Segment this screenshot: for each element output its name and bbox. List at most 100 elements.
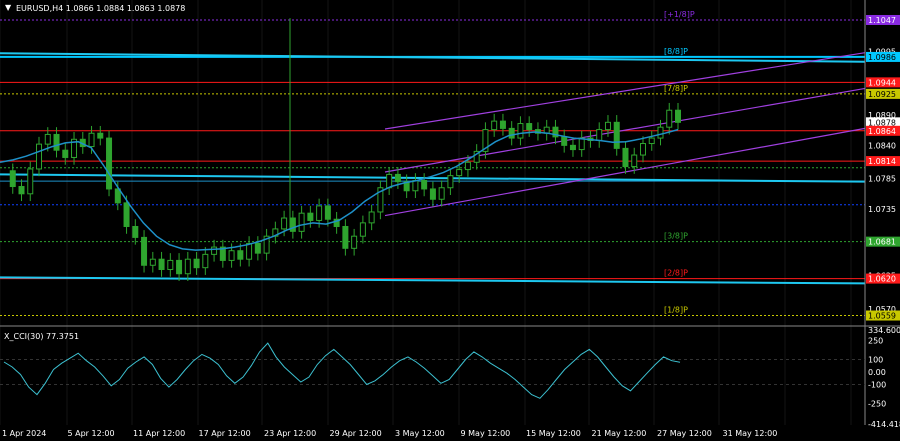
candle-body <box>141 236 148 266</box>
level-tag: [7/8]P <box>664 84 688 93</box>
candle-body <box>316 205 323 221</box>
candle-body <box>421 179 428 190</box>
candle-body <box>351 235 358 249</box>
candle-body <box>578 137 585 151</box>
candle-body <box>211 246 218 255</box>
candle-body <box>254 242 261 254</box>
candle-body <box>648 137 655 145</box>
candle-body <box>386 173 393 189</box>
candle-body <box>18 186 25 195</box>
candle-body <box>596 129 603 142</box>
candle-body <box>289 217 296 232</box>
candle-body <box>368 211 375 224</box>
candle-body <box>675 109 681 123</box>
candle-body <box>324 205 331 220</box>
candle-body <box>613 121 620 149</box>
candle-body <box>228 250 235 261</box>
candle-body <box>561 136 568 146</box>
cci-header: X_CCI(30) 77.3751 <box>4 332 79 341</box>
chart-canvas: [+1/8]P [8/8]P [7/8]P [3/8]P [2/8]P [1/8]P 1.… <box>0 0 900 441</box>
candle-body <box>631 154 638 168</box>
candle-body <box>202 253 209 269</box>
candle-body <box>491 120 498 131</box>
time-tick-label: 29 Apr 12:00 <box>330 429 382 438</box>
cci-tick-label: 100 <box>868 355 883 364</box>
candle-body <box>281 217 288 230</box>
cci-tick-label: 250 <box>868 337 883 346</box>
candle-body <box>9 170 16 188</box>
time-tick-label: 5 Apr 12:00 <box>68 429 115 438</box>
candle-body <box>307 212 314 221</box>
cci-tick-label: 334.6005 <box>868 326 900 335</box>
time-tick-label: 17 Apr 12:00 <box>199 429 251 438</box>
price-label-text: 1.0814 <box>868 157 896 166</box>
candle-body <box>464 161 471 171</box>
candle-body <box>517 123 524 139</box>
candle-body <box>62 149 69 158</box>
price-label-text: 1.0681 <box>868 238 896 247</box>
candle-body <box>158 258 165 270</box>
candle-body <box>184 258 191 275</box>
price-label-text: 1.0925 <box>868 90 896 99</box>
candle-body <box>508 127 515 139</box>
candle-body <box>447 175 454 189</box>
time-tick-label: 1 Apr 2024 <box>2 429 46 438</box>
chart-header: EURUSD,H4 1.0866 1.0884 1.0863 1.0878 <box>16 4 185 13</box>
time-tick-label: 31 May 12:00 <box>723 429 778 438</box>
level-tag: [2/8]P <box>664 269 688 278</box>
time-tick-label: 9 May 12:00 <box>461 429 511 438</box>
price-label-text: 1.1047 <box>868 16 896 25</box>
cci-tick-label: -414.4186 <box>868 420 900 429</box>
time-tick-label: 27 May 12:00 <box>657 429 712 438</box>
price-label-text: 1.0559 <box>868 312 896 321</box>
time-tick-label: 21 May 12:00 <box>592 429 647 438</box>
cci-tick-label: -250 <box>868 399 886 408</box>
candle-body <box>132 225 139 238</box>
level-tag: [8/8]P <box>664 47 688 56</box>
candle-body <box>36 143 43 170</box>
candle-body <box>639 143 646 156</box>
price-label-text: 1.0864 <box>868 127 896 136</box>
candle-body <box>429 188 436 200</box>
candle-body <box>342 225 349 249</box>
time-tick-label: 3 May 12:00 <box>395 429 445 438</box>
candle-body <box>412 179 419 192</box>
candle-body <box>53 133 60 151</box>
price-tick-label: 1.0735 <box>868 205 896 214</box>
candle-body <box>193 258 200 269</box>
candle-body <box>657 126 664 139</box>
cci-tick-label: -100 <box>868 381 886 390</box>
candle-body <box>569 144 576 151</box>
time-tick-label: 11 Apr 12:00 <box>133 429 185 438</box>
price-label-text: 1.0986 <box>868 53 896 62</box>
price-tick-label: 1.0785 <box>868 175 896 184</box>
cci-tick-label: 0.00 <box>868 368 886 377</box>
candle-body <box>666 109 673 128</box>
level-tag: [3/8]P <box>664 232 688 241</box>
candle-body <box>106 137 113 190</box>
candle-body <box>359 222 366 237</box>
header-arrow-icon[interactable]: ▼ <box>5 3 12 12</box>
candle-body <box>526 123 533 131</box>
candle-body <box>237 250 244 260</box>
candle-body <box>604 121 611 131</box>
candle-body <box>167 259 174 270</box>
candle-body <box>438 187 445 200</box>
price-tick-label: 1.0840 <box>868 141 896 150</box>
candle-body <box>622 147 629 168</box>
candle-body <box>97 132 104 139</box>
time-tick-label: 23 Apr 12:00 <box>264 429 316 438</box>
candle-body <box>123 202 130 227</box>
candle-body <box>246 242 253 260</box>
candle-body <box>88 132 95 148</box>
candle-body <box>394 173 401 183</box>
candle-body <box>149 258 156 266</box>
price-label-text: 1.0620 <box>868 275 896 284</box>
price-label-text: 1.0944 <box>868 78 896 87</box>
candle-body <box>44 133 51 145</box>
candle-body <box>298 212 305 232</box>
candle-body <box>499 120 506 129</box>
candle-body <box>27 168 34 195</box>
time-tick-label: 15 May 12:00 <box>526 429 581 438</box>
level-tag: [1/8]P <box>664 306 688 315</box>
